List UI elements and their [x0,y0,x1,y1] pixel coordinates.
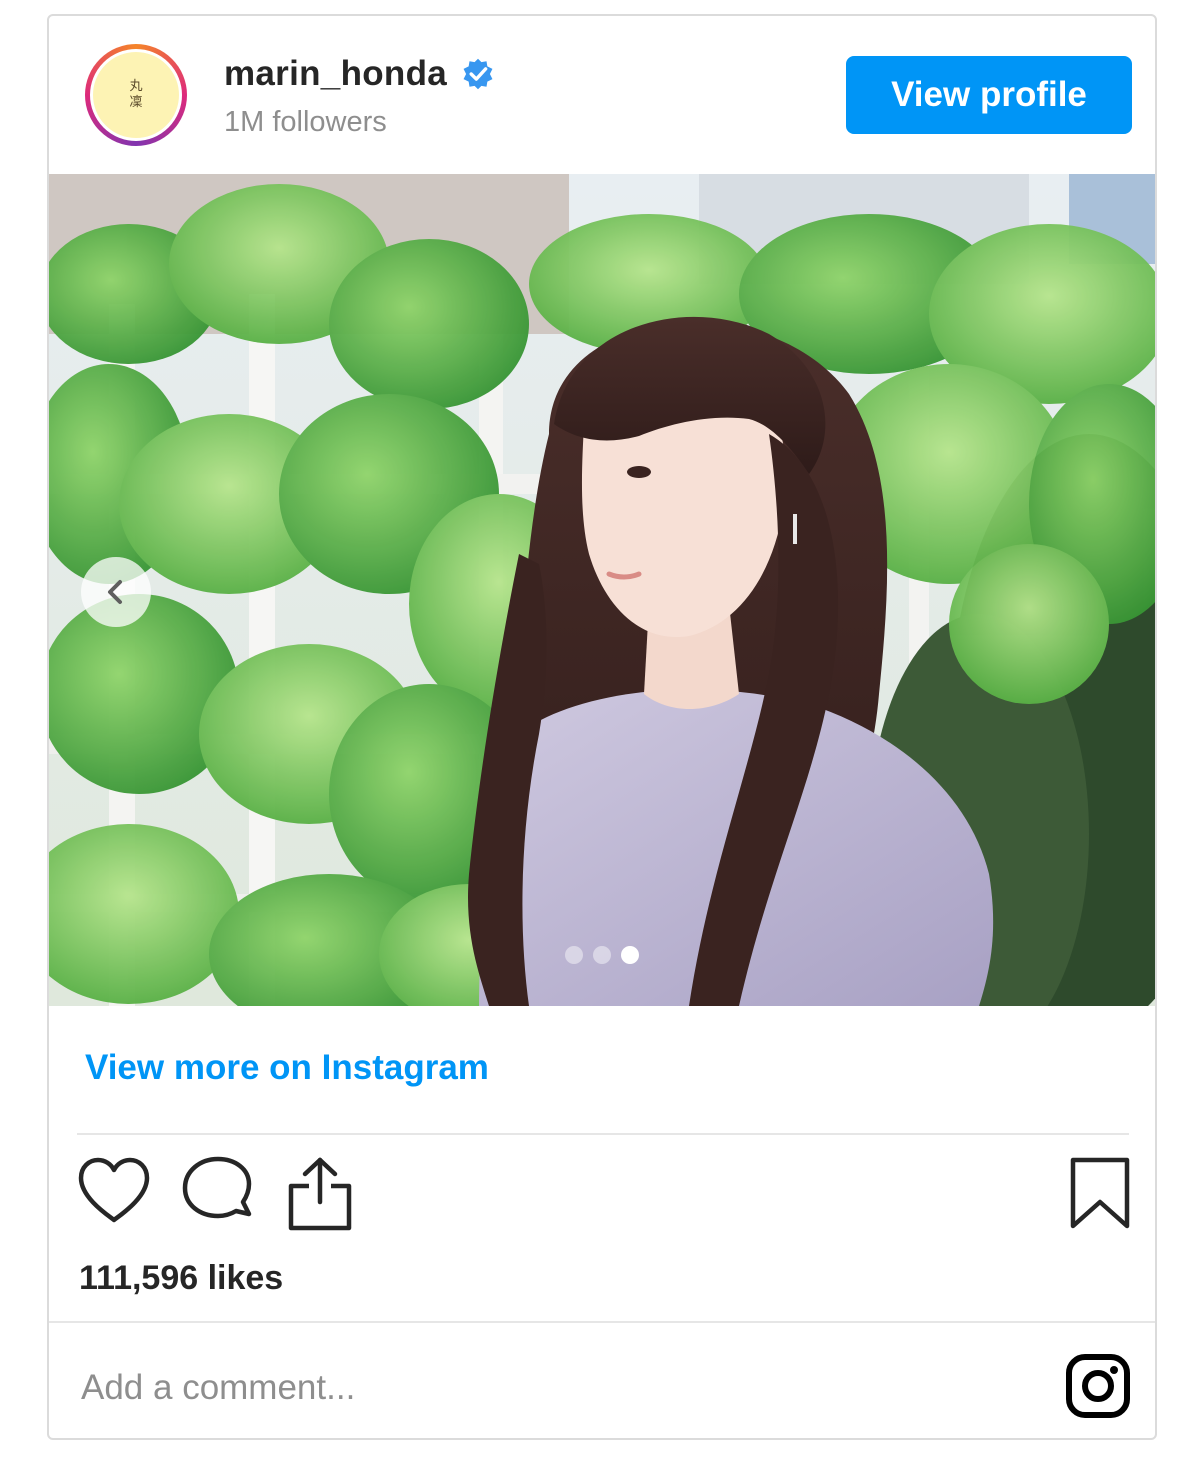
chevron-left-icon [108,580,122,604]
post-photo[interactable] [49,174,1155,1006]
post-header: 丸 凜 marin_honda 1M followers View profil… [49,16,1155,174]
avatar-text-line1: 丸 [129,79,143,94]
comment-icon[interactable] [181,1156,255,1228]
previous-slide-button[interactable] [81,557,151,627]
carousel-dot [565,946,583,964]
view-profile-button[interactable]: View profile [846,56,1132,134]
bookmark-icon[interactable] [1069,1156,1131,1230]
avatar-text-line2: 凜 [129,95,143,110]
like-count[interactable]: 111,596 likes [79,1259,283,1298]
divider [77,1133,1129,1135]
verified-badge-icon [463,58,493,90]
heart-icon[interactable] [77,1156,151,1226]
action-bar [77,1156,1137,1236]
avatar[interactable]: 丸 凜 [90,49,182,141]
username[interactable]: marin_honda [224,54,447,94]
carousel-dot-active [621,946,639,964]
view-more-on-instagram-link[interactable]: View more on Instagram [85,1048,489,1088]
username-row: marin_honda [224,54,495,94]
avatar-story-ring[interactable]: 丸 凜 [85,44,187,146]
carousel-dot [593,946,611,964]
carousel-indicator [565,946,639,964]
photo-illustration [49,174,1155,1006]
divider [49,1321,1155,1323]
follower-count: 1M followers [224,106,387,138]
instagram-embed-card: 丸 凜 marin_honda 1M followers View profil… [47,14,1157,1440]
share-icon[interactable] [285,1156,355,1232]
comment-input[interactable] [79,1360,983,1416]
instagram-logo-icon[interactable] [1065,1353,1131,1419]
